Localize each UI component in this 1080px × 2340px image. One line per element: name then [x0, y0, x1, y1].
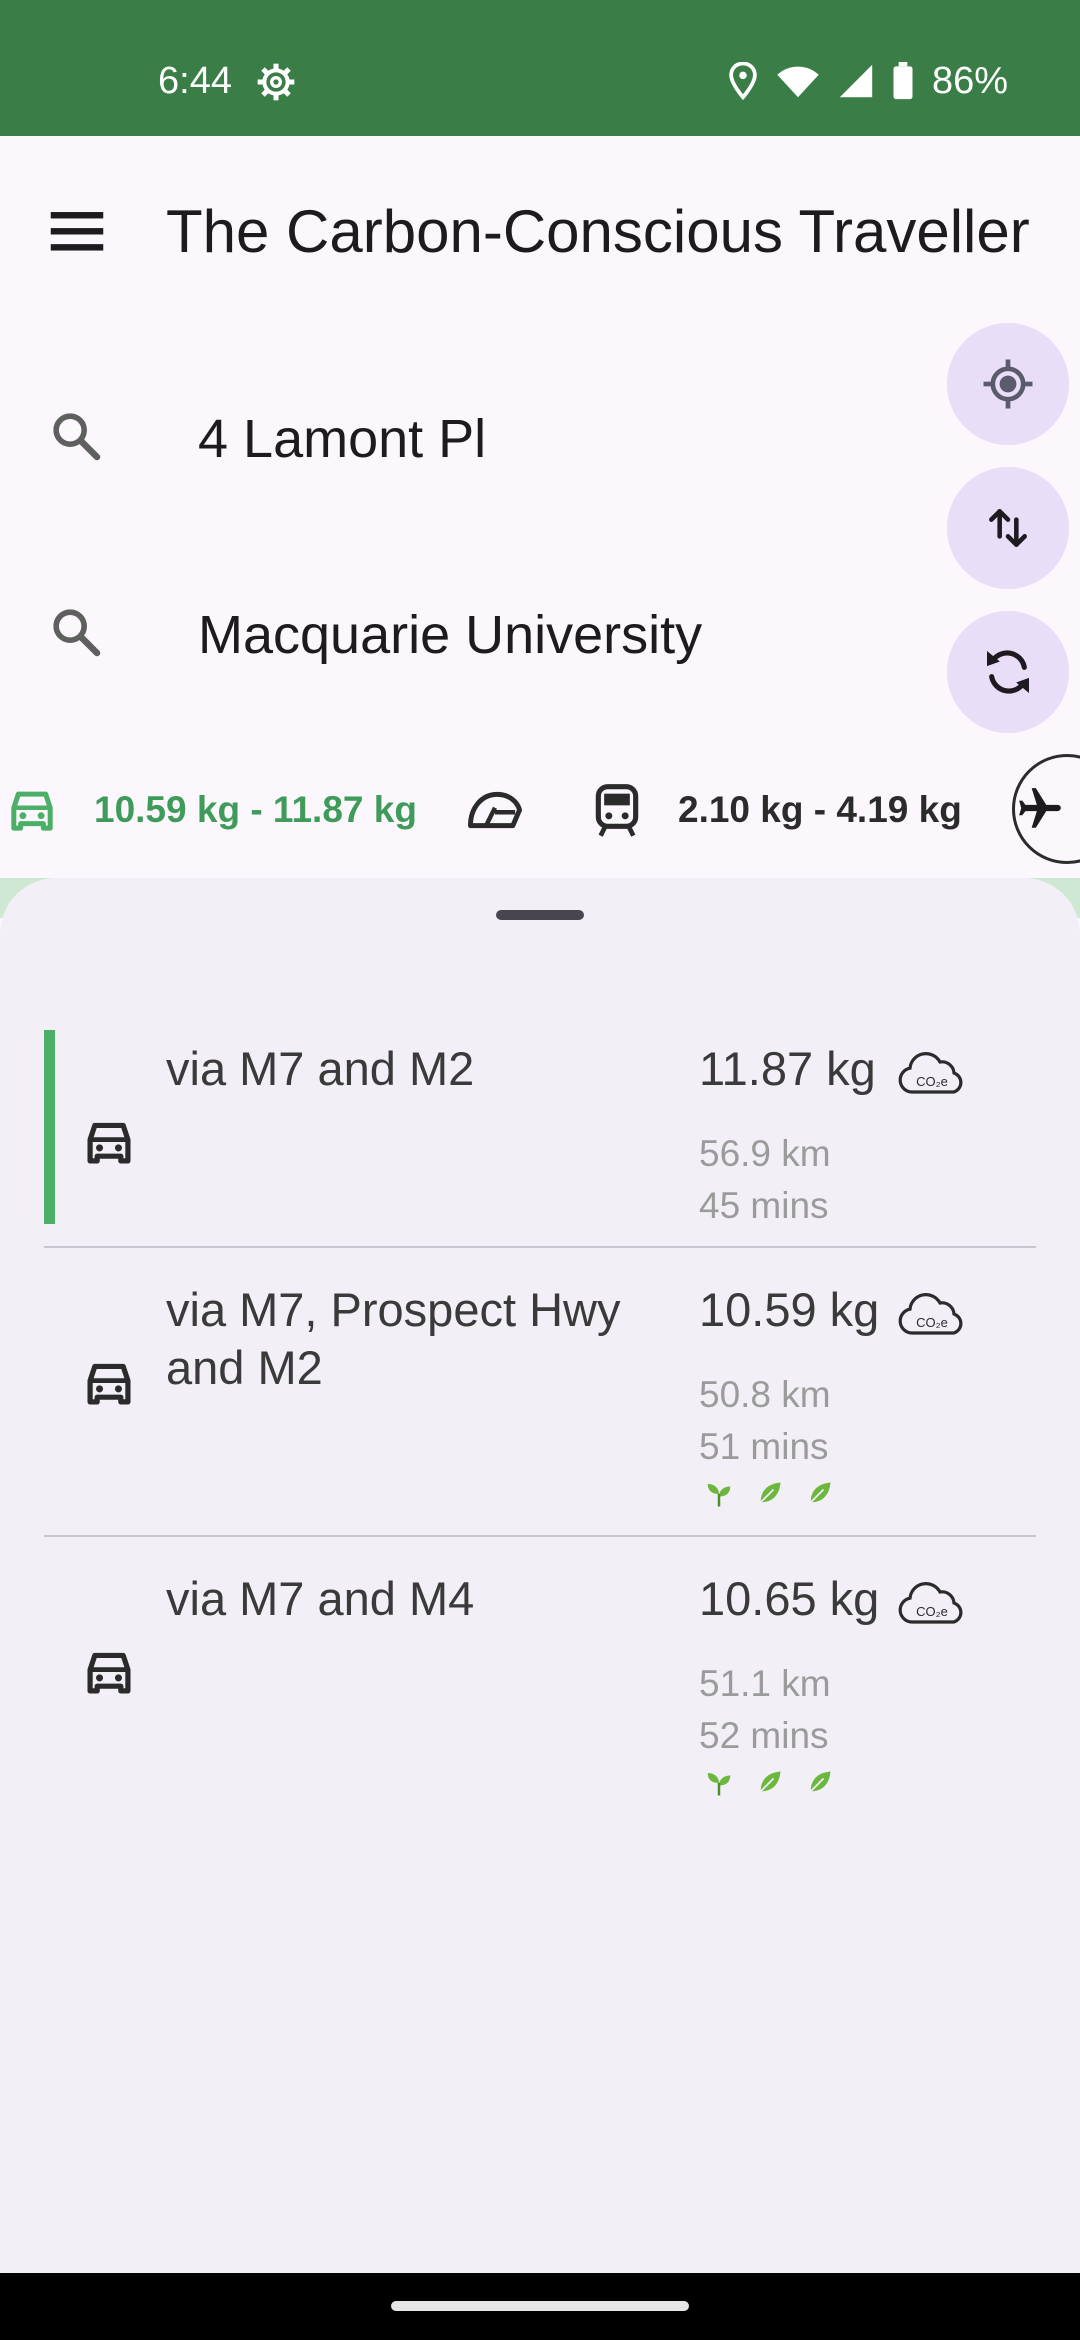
origin-search-field[interactable]: 4 Lamont Pl [0, 358, 940, 508]
co2e-cloud-icon: CO₂e [898, 1293, 963, 1335]
route-distance: 51.1 km [699, 1663, 831, 1704]
train-icon [595, 784, 639, 837]
swap-icon [989, 509, 1027, 547]
destination-search-field[interactable]: Macquarie University [0, 554, 940, 704]
cell-signal-icon [839, 64, 873, 98]
route-emissions: 10.65 kg [699, 1572, 880, 1625]
battery-icon [893, 62, 913, 100]
motorbike-icon [468, 791, 522, 829]
status-bar: 6:44 86% [0, 0, 1080, 136]
mode-train[interactable]: 2.10 kg - 4.19 kg [592, 766, 962, 854]
svg-text:CO₂e: CO₂e [916, 1604, 948, 1619]
refresh-icon [987, 650, 1029, 694]
route-name: via M7, Prospect Hwy and M2 [166, 1283, 621, 1394]
route-distance: 50.8 km [699, 1374, 831, 1415]
svg-text:CO₂e: CO₂e [916, 1315, 948, 1330]
status-time: 6:44 [158, 60, 232, 102]
leaf-icon [810, 1482, 831, 1503]
destination-input-value[interactable]: Macquarie University [198, 602, 702, 668]
swap-locations-button[interactable] [947, 467, 1069, 589]
leaf-icon [810, 1771, 831, 1792]
search-icon [53, 413, 101, 461]
leaf-icon [760, 1771, 781, 1792]
my-location-button[interactable] [947, 323, 1069, 445]
status-icons: 86% [728, 54, 1008, 108]
mode-plane[interactable] [1012, 754, 1080, 864]
route-option-2[interactable]: via M7, Prospect Hwy and M2 10.59 kg CO₂… [44, 1271, 1036, 1541]
car-icon [87, 1652, 131, 1694]
search-icon [53, 609, 101, 657]
battery-percentage: 86% [931, 59, 1008, 102]
route-name: via M7 and M2 [166, 1042, 475, 1095]
settings-gear-icon [257, 63, 295, 101]
route-option-3[interactable]: via M7 and M4 10.65 kg CO₂e 51.1 km 52 m… [44, 1560, 1036, 1830]
sprout-leaf-icon [707, 1773, 731, 1796]
car-icon [11, 791, 53, 831]
route-distance: 56.9 km [699, 1133, 831, 1174]
selected-route-indicator [44, 1030, 55, 1224]
plane-icon [1019, 788, 1061, 828]
home-gesture-handle[interactable] [391, 2301, 689, 2311]
sheet-drag-handle[interactable] [496, 910, 584, 920]
eco-leaves [704, 1479, 834, 1509]
route-duration: 45 mins [699, 1185, 829, 1226]
route-divider [44, 1246, 1036, 1248]
co2e-cloud-icon: CO₂e [898, 1582, 963, 1624]
co2e-cloud-icon: CO₂e [898, 1052, 963, 1094]
wifi-icon [777, 66, 819, 98]
hamburger-menu-icon[interactable] [42, 196, 112, 266]
routes-bottom-sheet: via M7 and M2 11.87 kg CO₂e 56.9 km 45 m… [0, 878, 1080, 2273]
car-icon [87, 1363, 131, 1405]
route-divider [44, 1535, 1036, 1537]
app-bar: The Carbon-Conscious Traveller [0, 136, 1080, 316]
location-pin-icon [729, 62, 757, 100]
svg-text:CO₂e: CO₂e [916, 1074, 948, 1089]
app-title: The Carbon-Conscious Traveller [166, 198, 1030, 265]
refresh-button[interactable] [947, 611, 1069, 733]
sprout-leaf-icon [707, 1484, 731, 1507]
route-emissions: 10.59 kg [699, 1283, 880, 1336]
mode-car-range: 10.59 kg - 11.87 kg [94, 789, 417, 830]
my-location-icon [983, 359, 1033, 409]
route-duration: 52 mins [699, 1715, 829, 1756]
route-option-1[interactable]: via M7 and M2 11.87 kg CO₂e 56.9 km 45 m… [44, 1030, 1036, 1226]
system-navigation-bar [0, 2273, 1080, 2340]
route-duration: 51 mins [699, 1426, 829, 1467]
mode-train-range: 2.10 kg - 4.19 kg [678, 789, 962, 830]
eco-leaves [704, 1768, 834, 1798]
origin-input-value[interactable]: 4 Lamont Pl [198, 406, 486, 472]
transport-mode-selector: 10.59 kg - 11.87 kg 2.10 kg - 4.19 kg [0, 746, 1080, 878]
route-emissions: 11.87 kg [699, 1042, 876, 1095]
leaf-icon [760, 1482, 781, 1503]
car-icon [87, 1122, 131, 1164]
route-name: via M7 and M4 [166, 1572, 475, 1625]
mode-car[interactable]: 10.59 kg - 11.87 kg [4, 766, 417, 854]
mode-motorbike[interactable] [466, 766, 524, 854]
